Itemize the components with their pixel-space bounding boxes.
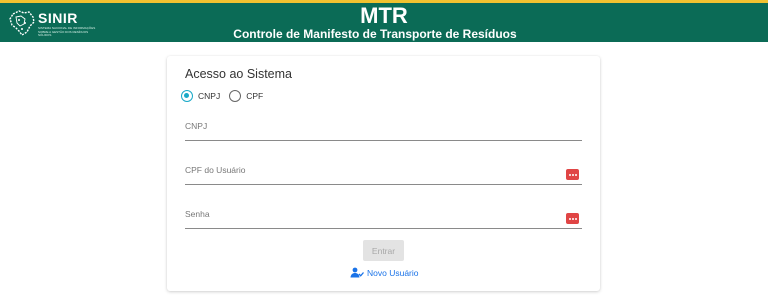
password-dots-icon[interactable] bbox=[566, 169, 579, 180]
cnpj-input[interactable] bbox=[185, 117, 582, 140]
novo-usuario-label: Novo Usuário bbox=[367, 267, 419, 278]
radio-checked-icon bbox=[181, 90, 193, 102]
cpf-usuario-field: CPF do Usuário bbox=[185, 161, 582, 185]
cpf-usuario-input[interactable] bbox=[185, 161, 582, 184]
radio-unchecked-icon bbox=[229, 90, 242, 102]
radio-cnpj[interactable]: CNPJ bbox=[181, 90, 220, 102]
radio-cpf[interactable]: CPF bbox=[229, 90, 263, 102]
app-title: MTR bbox=[360, 3, 408, 28]
login-card: Acesso ao Sistema CNPJ CPF CNPJ CPF do U… bbox=[167, 56, 600, 291]
document-type-radio-group: CNPJ CPF bbox=[181, 90, 272, 102]
login-title: Acesso ao Sistema bbox=[185, 67, 292, 81]
novo-usuario-link[interactable]: Novo Usuário bbox=[350, 267, 419, 278]
entrar-button[interactable]: Entrar bbox=[363, 240, 404, 261]
password-dots-icon[interactable] bbox=[566, 213, 579, 224]
senha-field: Senha bbox=[185, 205, 582, 229]
add-user-icon bbox=[350, 267, 364, 278]
senha-input[interactable] bbox=[185, 205, 582, 228]
radio-cpf-label: CPF bbox=[246, 91, 264, 101]
app-header: SINIR SISTEMA NACIONAL DE INFORMAÇÕES SO… bbox=[0, 3, 768, 42]
app-subtitle: Controle de Manifesto de Transporte de R… bbox=[233, 27, 517, 41]
radio-cnpj-label: CNPJ bbox=[198, 91, 221, 101]
cnpj-field: CNPJ bbox=[185, 117, 582, 141]
